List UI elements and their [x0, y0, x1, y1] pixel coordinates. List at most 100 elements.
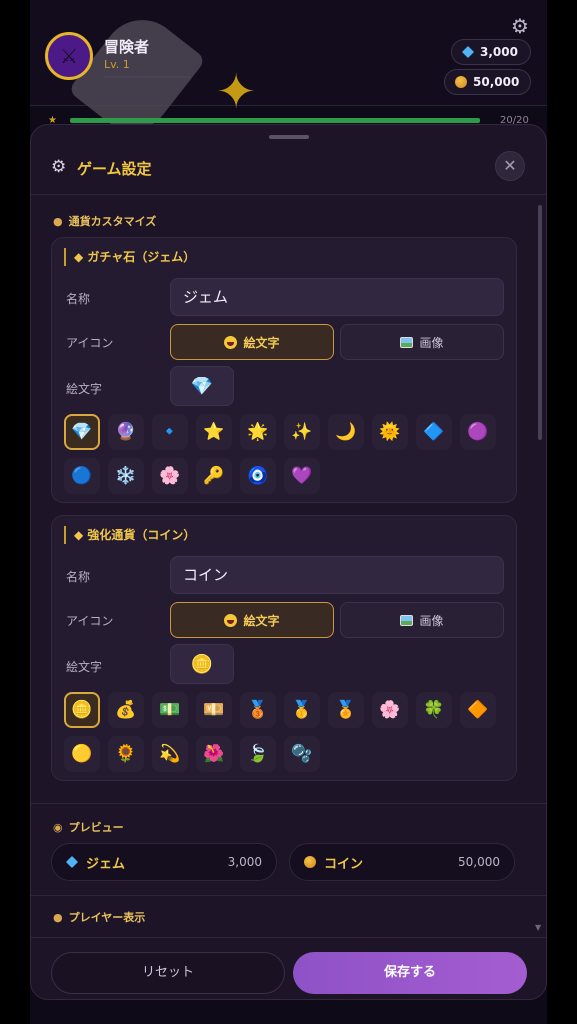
- reset-button[interactable]: リセット: [51, 952, 285, 994]
- gacha-emoji-option[interactable]: 💎: [64, 414, 100, 450]
- gacha-emoji-option[interactable]: ❄️: [108, 458, 144, 494]
- coin-emoji-option[interactable]: 🪙: [64, 692, 100, 728]
- player-display-section-text: プレイヤー表示: [68, 911, 146, 924]
- coin-emoji-toggle[interactable]: 絵文字: [170, 602, 334, 638]
- coin-preview-name: コイン: [324, 856, 364, 872]
- picture-icon: [400, 336, 414, 348]
- player-level: Lv. 1: [104, 58, 130, 71]
- player-avatar[interactable]: ⚔: [45, 32, 93, 80]
- coin-emoji-option[interactable]: 🌻: [108, 736, 144, 772]
- coin-card-title-text: 強化通貨（コイン）: [87, 528, 196, 542]
- gacha-emoji-preview: 💎: [170, 366, 234, 406]
- gacha-emoji-option[interactable]: 🔷: [416, 414, 452, 450]
- coin-preview-pill: コイン 50,000: [289, 843, 515, 881]
- gacha-emoji-option[interactable]: 🟣: [460, 414, 496, 450]
- gacha-emoji-option[interactable]: ✨: [284, 414, 320, 450]
- coin-emoji-option[interactable]: 🟡: [64, 736, 100, 772]
- coin-emoji-option[interactable]: 🫧: [284, 736, 320, 772]
- coin-emoji-option[interactable]: 💴: [196, 692, 232, 728]
- settings-scroll-area[interactable]: ● 通貨カスタマイズ ◆ ガチャ石（ジェム） 名称 ジェム アイコン 絵文字 画…: [31, 195, 546, 937]
- coin-icon: [304, 856, 316, 868]
- gacha-emoji-option[interactable]: 🔮: [108, 414, 144, 450]
- coin-image-toggle-label: 画像: [419, 613, 444, 628]
- gacha-emoji-toggle[interactable]: 絵文字: [170, 324, 334, 360]
- coin-emoji-option[interactable]: 🔶: [460, 692, 496, 728]
- coin-emoji-option[interactable]: 🌸: [372, 692, 408, 728]
- drag-handle[interactable]: [269, 135, 309, 139]
- gacha-emoji-grid: 💎 🔮 🔹 ⭐ 🌟 ✨ 🌙 🌞 🔷 🟣 🔵 ❄️ 🌸 🔑 🧿 💜: [64, 414, 504, 494]
- coin-name-label: 名称: [66, 570, 91, 584]
- coin-name-input[interactable]: コイン: [170, 556, 504, 594]
- settings-modal: ⚙ ゲーム設定 ✕ ● 通貨カスタマイズ ◆ ガチャ石（ジェム） 名称 ジェム …: [30, 124, 547, 1000]
- gacha-emoji-option[interactable]: 🔹: [152, 414, 188, 450]
- coin-currency-card: ◆ 強化通貨（コイン） 名称 コイン アイコン 絵文字 画像 絵文字 🪙 🪙 💰 💵…: [51, 515, 517, 781]
- modal-footer: リセット 保存する: [31, 937, 546, 999]
- gacha-emoji-option[interactable]: ⭐: [196, 414, 232, 450]
- gacha-icon-label: アイコン: [66, 336, 114, 350]
- coin-emoji-grid: 🪙 💰 💵 💴 🥉 🥇 🏅 🌸 🍀 🔶 🟡 🌻 💫 🌺 🍃 🫧: [64, 692, 504, 772]
- coin-emoji-option[interactable]: 🥇: [284, 692, 320, 728]
- gacha-card-title-text: ガチャ石（ジェム）: [87, 250, 196, 264]
- save-button[interactable]: 保存する: [293, 952, 527, 994]
- gacha-emoji-option[interactable]: 🧿: [240, 458, 276, 494]
- smile-icon: [224, 613, 238, 627]
- coin-emoji-option[interactable]: 🍃: [240, 736, 276, 772]
- gacha-emoji-option[interactable]: 🌞: [372, 414, 408, 450]
- gacha-image-toggle-label: 画像: [419, 335, 444, 350]
- close-button[interactable]: ✕: [495, 151, 525, 181]
- currency-section-label: ● 通貨カスタマイズ: [53, 213, 156, 229]
- coin-emoji-option[interactable]: 🏅: [328, 692, 364, 728]
- person-icon: ●: [53, 910, 63, 924]
- coin-balance: 50,000: [444, 69, 531, 95]
- gear-icon: ⚙: [51, 157, 67, 177]
- hp-bar: [70, 118, 480, 123]
- gacha-emoji-option[interactable]: 💜: [284, 458, 320, 494]
- picture-icon: [400, 614, 414, 626]
- gem-balance: 3,000: [451, 39, 531, 65]
- coin-icon: [455, 76, 467, 88]
- gacha-currency-card: ◆ ガチャ石（ジェム） 名称 ジェム アイコン 絵文字 画像 絵文字 💎 💎 🔮 🔹…: [51, 237, 517, 503]
- preview-section-text: プレビュー: [68, 821, 124, 834]
- gacha-emoji-toggle-label: 絵文字: [243, 335, 280, 350]
- money-bag-icon: ●: [53, 214, 63, 228]
- coin-emoji-option[interactable]: 💫: [152, 736, 188, 772]
- scroll-down-arrow-icon[interactable]: ▼: [535, 923, 541, 932]
- gem-icon: [66, 857, 78, 867]
- player-display-section-label: ● プレイヤー表示: [53, 909, 145, 925]
- player-header: ✦ ⚔ 冒険者 Lv. 1 ⚙ 3,000 50,000: [30, 0, 547, 147]
- coin-emoji-option[interactable]: 🌺: [196, 736, 232, 772]
- gem-preview-pill: ジェム 3,000: [51, 843, 277, 881]
- settings-gear-icon[interactable]: ⚙: [508, 14, 532, 38]
- scrollbar[interactable]: [538, 205, 542, 440]
- coin-emoji-toggle-label: 絵文字: [243, 613, 280, 628]
- coin-emoji-preview: 🪙: [170, 644, 234, 684]
- gacha-emoji-option[interactable]: 🔑: [196, 458, 232, 494]
- modal-header: ⚙ ゲーム設定 ✕: [31, 149, 546, 195]
- gacha-emoji-option[interactable]: 🌙: [328, 414, 364, 450]
- coin-emoji-label: 絵文字: [66, 660, 103, 674]
- eye-icon: ◉: [53, 820, 63, 834]
- coin-emoji-option[interactable]: 🍀: [416, 692, 452, 728]
- xp-bar: [104, 76, 190, 78]
- gacha-name-label: 名称: [66, 292, 91, 306]
- star-decoration-icon: ✦: [216, 64, 257, 120]
- coin-icon-label: アイコン: [66, 614, 114, 628]
- coin-preview-value: 50,000: [458, 855, 500, 869]
- preview-section-label: ◉ プレビュー: [53, 819, 124, 835]
- coin-emoji-option[interactable]: 💰: [108, 692, 144, 728]
- gacha-emoji-option[interactable]: 🌟: [240, 414, 276, 450]
- gacha-name-input[interactable]: ジェム: [170, 278, 504, 316]
- gacha-emoji-option[interactable]: 🌸: [152, 458, 188, 494]
- coin-image-toggle[interactable]: 画像: [340, 602, 504, 638]
- modal-title: ゲーム設定: [77, 160, 152, 178]
- section-divider: [31, 803, 546, 804]
- section-divider: [31, 895, 546, 896]
- smile-icon: [224, 335, 238, 349]
- gem-preview-value: 3,000: [227, 855, 262, 869]
- gacha-image-toggle[interactable]: 画像: [340, 324, 504, 360]
- gacha-emoji-option[interactable]: 🔵: [64, 458, 100, 494]
- coin-emoji-option[interactable]: 🥉: [240, 692, 276, 728]
- coin-emoji-option[interactable]: 💵: [152, 692, 188, 728]
- coin-card-title: ◆ 強化通貨（コイン）: [64, 526, 195, 544]
- gacha-emoji-label: 絵文字: [66, 382, 103, 396]
